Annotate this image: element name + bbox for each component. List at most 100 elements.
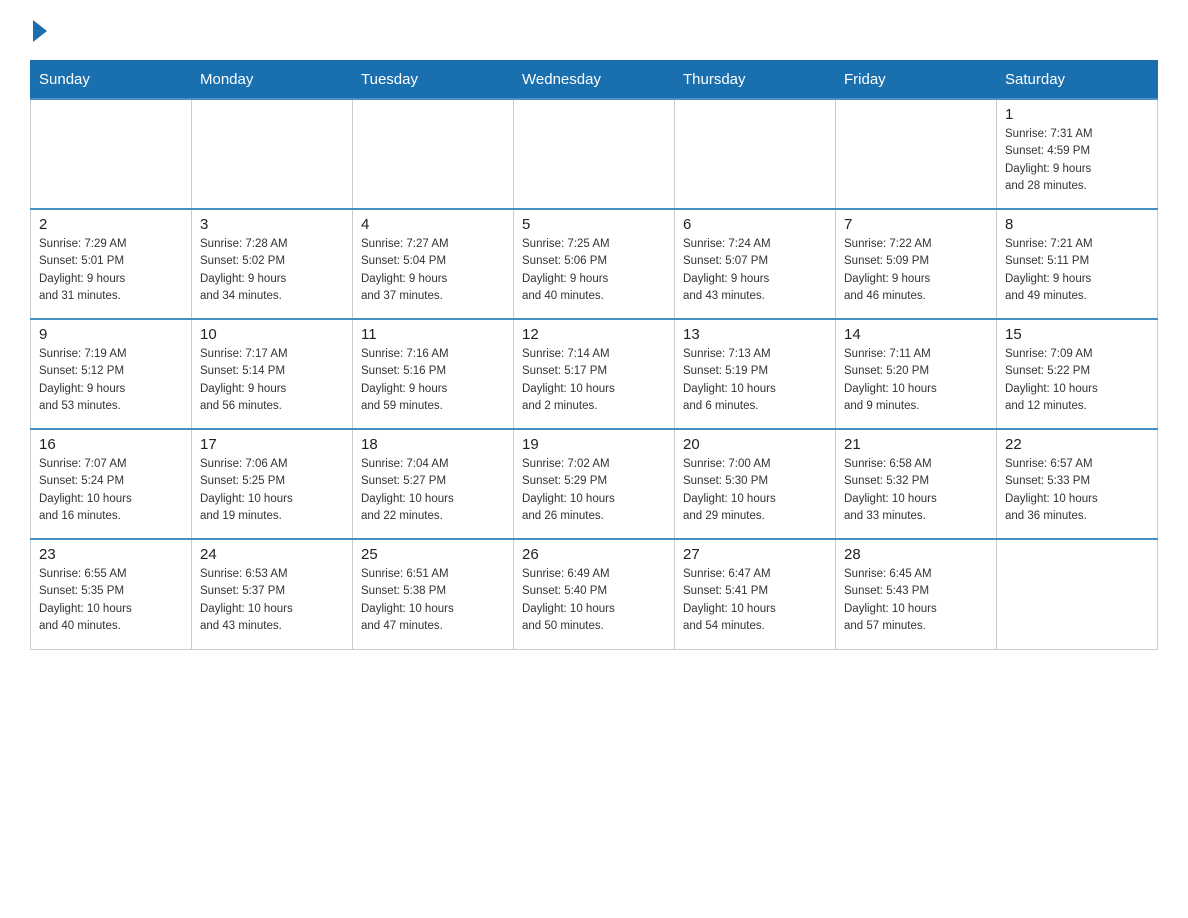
week-row-3: 9 Sunrise: 7:19 AM Sunset: 5:12 PM Daylig… [31,319,1158,429]
page-header [30,20,1158,44]
calendar-cell [31,99,192,209]
day-info: Sunrise: 6:58 AM Sunset: 5:32 PM Dayligh… [844,456,988,525]
day-info: Sunrise: 7:19 AM Sunset: 5:12 PM Dayligh… [39,346,183,415]
calendar-cell [997,539,1158,649]
day-number: 23 [39,546,183,563]
day-number: 3 [200,216,344,233]
day-info: Sunrise: 7:17 AM Sunset: 5:14 PM Dayligh… [200,346,344,415]
calendar-cell: 19 Sunrise: 7:02 AM Sunset: 5:29 PM Dayli… [514,429,675,539]
day-info: Sunrise: 7:00 AM Sunset: 5:30 PM Dayligh… [683,456,827,525]
day-number: 27 [683,546,827,563]
calendar-cell: 15 Sunrise: 7:09 AM Sunset: 5:22 PM Dayli… [997,319,1158,429]
day-info: Sunrise: 7:06 AM Sunset: 5:25 PM Dayligh… [200,456,344,525]
calendar-cell: 9 Sunrise: 7:19 AM Sunset: 5:12 PM Daylig… [31,319,192,429]
day-number: 9 [39,326,183,343]
day-info: Sunrise: 6:57 AM Sunset: 5:33 PM Dayligh… [1005,456,1149,525]
calendar-cell: 14 Sunrise: 7:11 AM Sunset: 5:20 PM Dayli… [836,319,997,429]
day-info: Sunrise: 6:49 AM Sunset: 5:40 PM Dayligh… [522,566,666,635]
day-info: Sunrise: 7:16 AM Sunset: 5:16 PM Dayligh… [361,346,505,415]
calendar-cell: 23 Sunrise: 6:55 AM Sunset: 5:35 PM Dayli… [31,539,192,649]
day-info: Sunrise: 7:04 AM Sunset: 5:27 PM Dayligh… [361,456,505,525]
col-header-friday: Friday [836,61,997,100]
day-info: Sunrise: 7:09 AM Sunset: 5:22 PM Dayligh… [1005,346,1149,415]
col-header-thursday: Thursday [675,61,836,100]
col-header-monday: Monday [192,61,353,100]
calendar-cell: 8Sunrise: 7:21 AM Sunset: 5:11 PM Daylig… [997,209,1158,319]
col-header-tuesday: Tuesday [353,61,514,100]
day-info: Sunrise: 7:11 AM Sunset: 5:20 PM Dayligh… [844,346,988,415]
day-info: Sunrise: 7:07 AM Sunset: 5:24 PM Dayligh… [39,456,183,525]
day-info: Sunrise: 7:25 AM Sunset: 5:06 PM Dayligh… [522,236,666,305]
calendar-cell [353,99,514,209]
calendar-cell: 12 Sunrise: 7:14 AM Sunset: 5:17 PM Dayli… [514,319,675,429]
day-number: 19 [522,436,666,453]
day-info: Sunrise: 6:51 AM Sunset: 5:38 PM Dayligh… [361,566,505,635]
calendar-cell: 1 Sunrise: 7:31 AM Sunset: 4:59 PM Daylig… [997,99,1158,209]
calendar-cell: 3 Sunrise: 7:28 AM Sunset: 5:02 PM Daylig… [192,209,353,319]
calendar-cell: 4 Sunrise: 7:27 AM Sunset: 5:04 PM Daylig… [353,209,514,319]
day-info: Sunrise: 7:27 AM Sunset: 5:04 PM Dayligh… [361,236,505,305]
day-info: Sunrise: 7:14 AM Sunset: 5:17 PM Dayligh… [522,346,666,415]
col-header-sunday: Sunday [31,61,192,100]
calendar-cell [836,99,997,209]
day-number: 18 [361,436,505,453]
calendar-cell: 13 Sunrise: 7:13 AM Sunset: 5:19 PM Dayli… [675,319,836,429]
day-number: 26 [522,546,666,563]
calendar-cell [192,99,353,209]
week-row-4: 16 Sunrise: 7:07 AM Sunset: 5:24 PM Dayli… [31,429,1158,539]
day-info: Sunrise: 6:55 AM Sunset: 5:35 PM Dayligh… [39,566,183,635]
day-info: Sunrise: 7:21 AM Sunset: 5:11 PM Dayligh… [1005,236,1149,305]
day-number: 17 [200,436,344,453]
calendar-cell: 11 Sunrise: 7:16 AM Sunset: 5:16 PM Dayli… [353,319,514,429]
calendar-cell [675,99,836,209]
col-header-saturday: Saturday [997,61,1158,100]
day-info: Sunrise: 7:13 AM Sunset: 5:19 PM Dayligh… [683,346,827,415]
calendar-cell: 2Sunrise: 7:29 AM Sunset: 5:01 PM Daylig… [31,209,192,319]
day-number: 25 [361,546,505,563]
day-number: 10 [200,326,344,343]
day-number: 14 [844,326,988,343]
day-info: Sunrise: 6:53 AM Sunset: 5:37 PM Dayligh… [200,566,344,635]
calendar-cell: 6Sunrise: 7:24 AM Sunset: 5:07 PM Daylig… [675,209,836,319]
calendar-cell [514,99,675,209]
week-row-1: 1 Sunrise: 7:31 AM Sunset: 4:59 PM Daylig… [31,99,1158,209]
day-info: Sunrise: 7:31 AM Sunset: 4:59 PM Dayligh… [1005,126,1149,195]
day-number: 22 [1005,436,1149,453]
day-number: 12 [522,326,666,343]
calendar-cell: 25 Sunrise: 6:51 AM Sunset: 5:38 PM Dayli… [353,539,514,649]
col-header-wednesday: Wednesday [514,61,675,100]
day-number: 1 [1005,106,1149,123]
day-number: 11 [361,326,505,343]
day-number: 7 [844,216,988,233]
calendar-cell: 20 Sunrise: 7:00 AM Sunset: 5:30 PM Dayli… [675,429,836,539]
day-number: 5 [522,216,666,233]
calendar-cell: 17 Sunrise: 7:06 AM Sunset: 5:25 PM Dayli… [192,429,353,539]
day-header-row: SundayMondayTuesdayWednesdayThursdayFrid… [31,61,1158,100]
day-info: Sunrise: 6:47 AM Sunset: 5:41 PM Dayligh… [683,566,827,635]
day-number: 24 [200,546,344,563]
calendar-cell: 22 Sunrise: 6:57 AM Sunset: 5:33 PM Dayli… [997,429,1158,539]
calendar-table: SundayMondayTuesdayWednesdayThursdayFrid… [30,60,1158,650]
day-number: 13 [683,326,827,343]
calendar-cell: 10 Sunrise: 7:17 AM Sunset: 5:14 PM Dayli… [192,319,353,429]
day-number: 28 [844,546,988,563]
calendar-cell: 24 Sunrise: 6:53 AM Sunset: 5:37 PM Dayli… [192,539,353,649]
day-number: 20 [683,436,827,453]
calendar-cell: 5 Sunrise: 7:25 AM Sunset: 5:06 PM Daylig… [514,209,675,319]
day-info: Sunrise: 7:28 AM Sunset: 5:02 PM Dayligh… [200,236,344,305]
day-number: 16 [39,436,183,453]
calendar-cell: 7Sunrise: 7:22 AM Sunset: 5:09 PM Daylig… [836,209,997,319]
calendar-cell: 28 Sunrise: 6:45 AM Sunset: 5:43 PM Dayli… [836,539,997,649]
logo-triangle-icon [33,20,47,42]
day-info: Sunrise: 7:24 AM Sunset: 5:07 PM Dayligh… [683,236,827,305]
calendar-cell: 26 Sunrise: 6:49 AM Sunset: 5:40 PM Dayli… [514,539,675,649]
day-number: 21 [844,436,988,453]
logo [30,20,47,44]
calendar-cell: 21 Sunrise: 6:58 AM Sunset: 5:32 PM Dayli… [836,429,997,539]
day-number: 2 [39,216,183,233]
day-number: 4 [361,216,505,233]
calendar-cell: 18 Sunrise: 7:04 AM Sunset: 5:27 PM Dayli… [353,429,514,539]
day-info: Sunrise: 7:02 AM Sunset: 5:29 PM Dayligh… [522,456,666,525]
day-info: Sunrise: 6:45 AM Sunset: 5:43 PM Dayligh… [844,566,988,635]
day-number: 15 [1005,326,1149,343]
